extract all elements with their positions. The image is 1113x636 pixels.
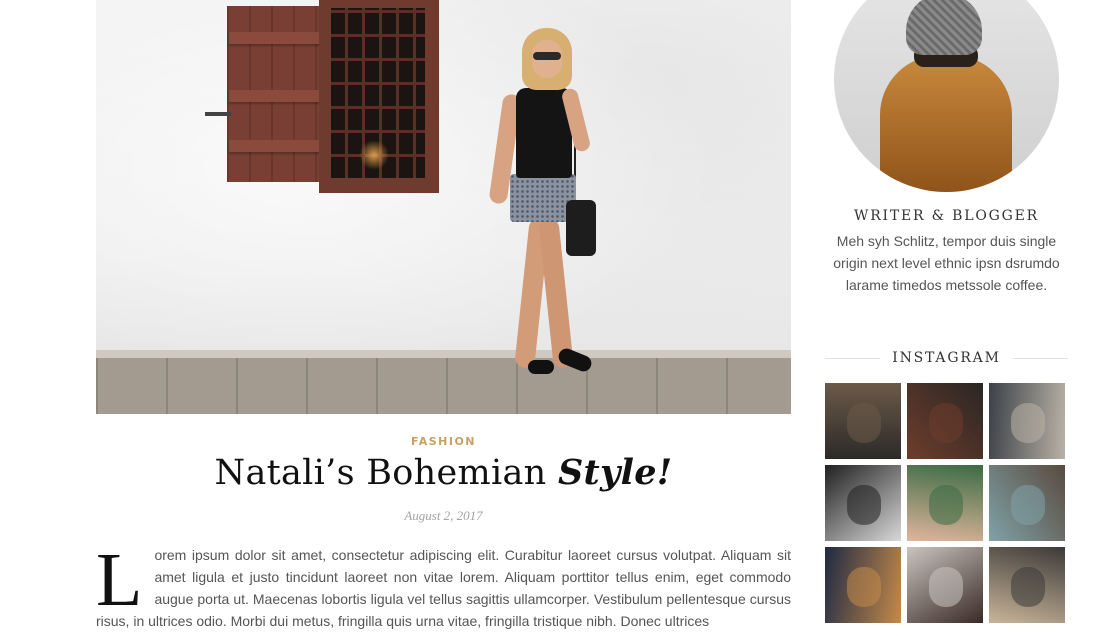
divider — [1012, 357, 1068, 359]
sunglasses — [533, 52, 561, 60]
about-title: WRITER & BLOGGER — [854, 208, 1039, 224]
about-text: Meh syh Schlitz, tempor duis single orig… — [833, 233, 1060, 293]
photo-subject — [847, 485, 881, 525]
instagram-photo-city-night[interactable] — [825, 547, 901, 623]
post-excerpt: Lorem ipsum dolor sit amet, consectetur … — [96, 538, 791, 632]
instagram-photo-laptop-notebook[interactable] — [825, 465, 901, 541]
post-title-emphasis[interactable]: Style! — [558, 452, 673, 493]
instagram-photo-mother-child[interactable] — [907, 547, 983, 623]
photo-subject — [929, 485, 963, 525]
instagram-photo-hands-succulent[interactable] — [907, 465, 983, 541]
instagram-photo-dog[interactable] — [825, 383, 901, 459]
window-light — [359, 140, 389, 170]
divider — [825, 357, 881, 359]
post-body-text: orem ipsum dolor sit amet, consectetur a… — [96, 547, 791, 629]
photo-subject — [929, 403, 963, 443]
shutter-bar — [229, 90, 325, 102]
post-date: August 2, 2017 — [404, 508, 483, 523]
shutter-hinge — [205, 112, 231, 116]
drop-cap: L — [96, 538, 143, 622]
instagram-heading: INSTAGRAM — [825, 350, 1068, 366]
photo-subject — [929, 567, 963, 607]
avatar-jacket — [880, 55, 1012, 192]
window-shutter — [205, 6, 327, 182]
shoe-right — [556, 346, 594, 374]
woman-figure — [486, 28, 606, 378]
photo-subject — [1011, 485, 1045, 525]
featured-image[interactable] — [96, 0, 791, 414]
author-avatar — [834, 0, 1059, 192]
post-category-link[interactable]: FASHION — [96, 435, 791, 448]
post-title[interactable]: Natali’s Bohemian Style! — [96, 452, 791, 493]
instagram-photo-train-station[interactable] — [989, 383, 1065, 459]
window — [319, 0, 439, 193]
photo-subject — [847, 567, 881, 607]
instagram-grid — [825, 383, 1066, 623]
post-title-main[interactable]: Natali’s Bohemian — [215, 453, 547, 493]
shutter-bar — [229, 32, 325, 44]
photo-subject — [1011, 403, 1045, 443]
shutter-bar — [229, 140, 325, 152]
instagram-photo-woman-brick-wall[interactable] — [907, 383, 983, 459]
instagram-title: INSTAGRAM — [892, 350, 1001, 366]
shoe-left — [528, 360, 554, 374]
pavement-edge — [96, 350, 791, 358]
photo-subject — [847, 403, 881, 443]
avatar-beanie — [906, 0, 982, 55]
instagram-photo-camera-hands[interactable] — [989, 465, 1065, 541]
photo-subject — [1011, 567, 1045, 607]
handbag — [566, 200, 596, 256]
pavement — [96, 358, 791, 414]
instagram-photo-bridge-walkway[interactable] — [989, 547, 1065, 623]
